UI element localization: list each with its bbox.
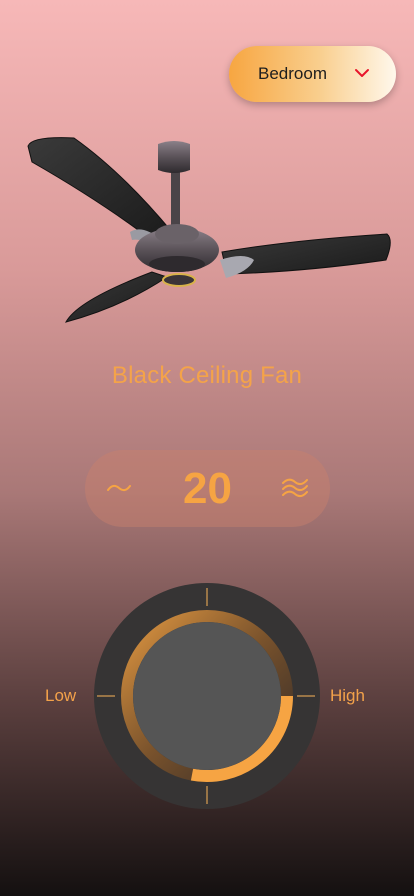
speed-control: 20 [85,450,330,527]
dial-high-label: High [330,686,365,705]
chevron-down-icon [355,69,369,77]
room-selector[interactable]: Bedroom [229,46,396,102]
ceiling-fan-image [27,137,391,323]
room-selector-label: Bedroom [258,64,327,83]
dial-center [133,622,281,770]
wave-high-icon[interactable] [281,476,309,500]
device-name: Black Ceiling Fan [111,362,303,389]
dial-low-label: Low [45,686,77,705]
